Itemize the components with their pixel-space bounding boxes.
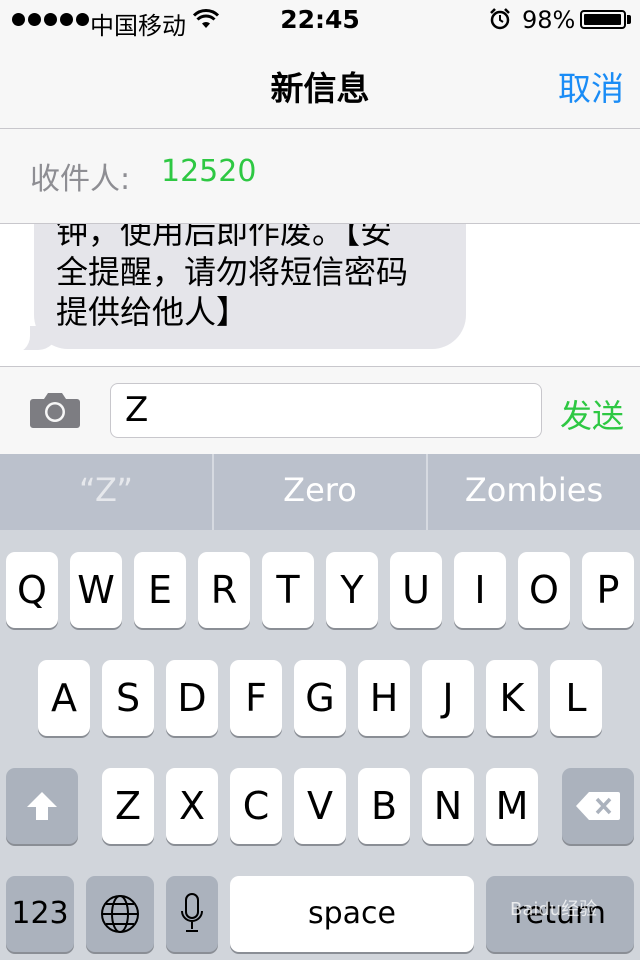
- suggestion-zombies[interactable]: Zombies: [426, 454, 640, 530]
- key-label: R: [210, 568, 238, 612]
- page-title: 新信息: [270, 69, 370, 108]
- recipient-field[interactable]: 收件人: 12520: [0, 129, 640, 224]
- key-label: K: [499, 676, 525, 720]
- key-s[interactable]: S: [102, 660, 154, 736]
- key-z[interactable]: Z: [102, 768, 154, 844]
- predictive-bar: “Z” Zero Zombies: [0, 454, 640, 530]
- message-thread[interactable]: 钟，使用后即作废。【安 全提醒，请勿将短信密码 提供给他人】: [0, 224, 640, 366]
- key-t[interactable]: T: [262, 552, 314, 628]
- key-e[interactable]: E: [134, 552, 186, 628]
- key-m[interactable]: M: [486, 768, 538, 844]
- key-label: Q: [17, 568, 47, 612]
- key-label: J: [442, 676, 454, 720]
- key-label: T: [276, 568, 300, 612]
- key-label: L: [565, 676, 587, 720]
- key-label: P: [596, 568, 620, 612]
- recipient-label: 收件人:: [30, 162, 131, 197]
- key-p[interactable]: P: [582, 552, 634, 628]
- key-v[interactable]: V: [294, 768, 346, 844]
- key-u[interactable]: U: [390, 552, 442, 628]
- key-label: X: [178, 784, 206, 828]
- key-label: N: [433, 784, 463, 828]
- key-label: F: [245, 676, 267, 720]
- key-label: O: [529, 568, 559, 612]
- key-k[interactable]: K: [486, 660, 538, 736]
- key-y[interactable]: Y: [326, 552, 378, 628]
- key-q[interactable]: Q: [6, 552, 58, 628]
- numbers-key-label: 123: [11, 896, 69, 931]
- alarm-clock-icon: [490, 8, 510, 30]
- camera-icon[interactable]: [29, 391, 81, 429]
- key-r[interactable]: R: [198, 552, 250, 628]
- key-label: M: [495, 784, 529, 828]
- key-f[interactable]: F: [230, 660, 282, 736]
- key-label: Y: [340, 568, 364, 612]
- key-w[interactable]: W: [70, 552, 122, 628]
- key-label: A: [51, 676, 77, 720]
- key-x[interactable]: X: [166, 768, 218, 844]
- battery-icon: [580, 10, 626, 29]
- key-i[interactable]: I: [454, 552, 506, 628]
- cancel-button[interactable]: 取消: [558, 62, 624, 110]
- space-key-label: space: [307, 896, 396, 931]
- key-d[interactable]: D: [166, 660, 218, 736]
- suggestion-zero[interactable]: Zero: [212, 454, 426, 530]
- key-b[interactable]: B: [358, 768, 410, 844]
- shift-icon: [27, 792, 57, 820]
- numbers-key[interactable]: 123: [6, 876, 74, 952]
- key-label: S: [115, 676, 141, 720]
- key-label: V: [307, 784, 333, 828]
- suggestion-literal[interactable]: “Z”: [0, 454, 212, 530]
- dictation-key[interactable]: [166, 876, 218, 952]
- message-input[interactable]: Z: [110, 383, 542, 438]
- battery-tip: [627, 15, 631, 24]
- key-label: I: [474, 568, 486, 612]
- key-o[interactable]: O: [518, 552, 570, 628]
- globe-key[interactable]: [86, 876, 154, 952]
- key-g[interactable]: G: [294, 660, 346, 736]
- status-bar: 中国移动 22:45 98%: [0, 0, 640, 40]
- key-label: B: [370, 784, 398, 828]
- key-a[interactable]: A: [38, 660, 90, 736]
- key-h[interactable]: H: [358, 660, 410, 736]
- key-label: D: [177, 676, 207, 720]
- key-n[interactable]: N: [422, 768, 474, 844]
- key-label: W: [77, 568, 115, 612]
- shift-key[interactable]: [6, 768, 78, 844]
- key-l[interactable]: L: [550, 660, 602, 736]
- key-label: U: [402, 568, 430, 612]
- key-label: C: [242, 784, 270, 828]
- key-j[interactable]: J: [422, 660, 474, 736]
- battery-percentage: 98%: [522, 6, 576, 34]
- delete-key[interactable]: [562, 768, 634, 844]
- message-text: 钟，使用后即作废。【安 全提醒，请勿将短信密码 提供给他人】: [56, 224, 409, 331]
- globe-icon: [101, 895, 139, 933]
- microphone-icon: [181, 893, 203, 932]
- send-button[interactable]: 发送: [560, 391, 624, 437]
- space-key[interactable]: space: [230, 876, 474, 952]
- key-label: Z: [114, 784, 142, 828]
- backspace-icon: [576, 792, 620, 820]
- compose-bar: Z 发送: [0, 366, 640, 455]
- key-label: H: [369, 676, 399, 720]
- navigation-bar: 新信息 取消: [0, 40, 640, 129]
- key-c[interactable]: C: [230, 768, 282, 844]
- watermark: Baidu经验: [510, 899, 598, 920]
- key-label: E: [147, 568, 172, 612]
- key-label: G: [305, 676, 335, 720]
- recipient-token[interactable]: 12520: [161, 154, 256, 189]
